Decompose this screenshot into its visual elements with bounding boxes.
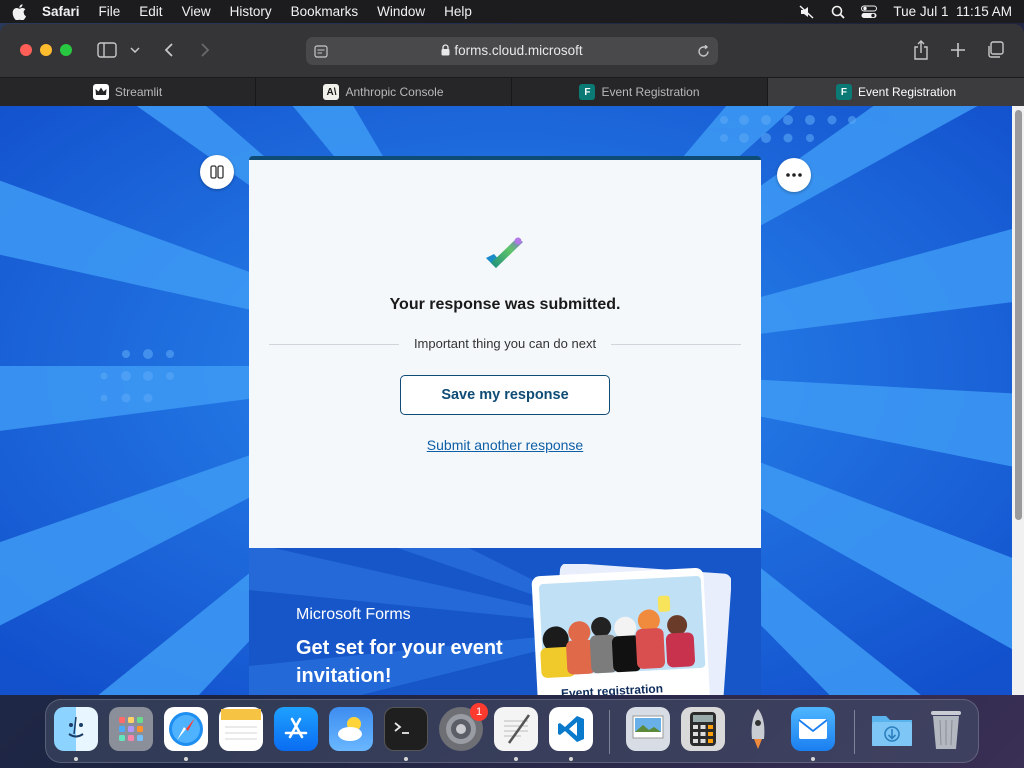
textedit-running-indicator: [514, 757, 518, 761]
streamlit-crown-icon: [92, 84, 109, 100]
menu-history[interactable]: History: [230, 4, 272, 19]
minimize-window-button[interactable]: [40, 44, 52, 56]
menu-bookmarks[interactable]: Bookmarks: [291, 4, 359, 19]
forward-icon[interactable]: [196, 40, 214, 60]
menu-edit[interactable]: Edit: [139, 4, 162, 19]
tab-label: Event Registration: [601, 85, 700, 99]
new-tab-icon[interactable]: [948, 40, 968, 60]
anthropic-logo-icon: A\: [323, 84, 340, 100]
finder-icon[interactable]: [54, 707, 98, 751]
tab-event-registration[interactable]: F Event Registration: [512, 78, 768, 106]
vscode-running-indicator: [569, 757, 573, 761]
app-store-icon[interactable]: [274, 707, 318, 751]
promo-headline: Get set for your event invitation!: [296, 637, 503, 687]
vscode-icon[interactable]: [549, 707, 593, 751]
finder-running-indicator: [74, 757, 78, 761]
close-window-button[interactable]: [20, 44, 32, 56]
promo-banner: Microsoft Forms Get set for your event i…: [249, 548, 761, 695]
spotlight-search-icon[interactable]: [831, 5, 846, 19]
url-text: forms.cloud.microsoft: [454, 43, 583, 58]
reader-icon: [210, 165, 224, 179]
more-options-button[interactable]: [777, 158, 811, 192]
web-content: Your response was submitted. Important t…: [0, 106, 1012, 695]
menubar-clock[interactable]: Tue Jul 1 11:15 AM: [893, 4, 1012, 19]
mail-icon[interactable]: [791, 707, 835, 751]
weather-icon[interactable]: [329, 707, 373, 751]
safari-icon[interactable]: [164, 707, 208, 751]
safari-toolbar: forms.cloud.microsoft: [0, 24, 1024, 77]
address-bar[interactable]: forms.cloud.microsoft: [306, 37, 718, 65]
menubar: Safari File Edit View History Bookmarks …: [0, 0, 1024, 23]
apple-menu-icon[interactable]: [12, 3, 28, 20]
menu-file[interactable]: File: [99, 4, 121, 19]
zoom-window-button[interactable]: [60, 44, 72, 56]
confirmation-title: Your response was submitted.: [389, 296, 621, 313]
tab-overview-icon[interactable]: [985, 40, 1005, 60]
tab-streamlit[interactable]: Streamlit: [0, 78, 256, 106]
dock: 1: [45, 699, 979, 763]
downloads-folder-icon[interactable]: [870, 707, 914, 751]
dock-separator: [609, 710, 610, 754]
dock-separator: [854, 710, 855, 754]
system-settings-badge: 1: [470, 703, 488, 721]
forms-logo-icon: F: [579, 84, 596, 100]
calculator-icon[interactable]: [681, 707, 725, 751]
immersive-reader-button[interactable]: [200, 155, 234, 189]
reload-icon[interactable]: [696, 44, 710, 58]
control-center-icon[interactable]: [861, 5, 878, 19]
tab-event-registration-active[interactable]: F Event Registration: [768, 78, 1024, 106]
trash-icon[interactable]: [924, 707, 968, 751]
sidebar-toggle-icon[interactable]: [96, 40, 118, 60]
lock-icon: [441, 44, 450, 59]
url-text-row: forms.cloud.microsoft: [306, 43, 718, 59]
tab-bar: Streamlit A\ Anthropic Console F Event R…: [0, 77, 1024, 106]
menu-help[interactable]: Help: [444, 4, 472, 19]
menu-app-name[interactable]: Safari: [42, 4, 80, 19]
next-step-divider: Important thing you can do next: [269, 336, 741, 352]
save-response-button[interactable]: Save my response: [400, 375, 610, 415]
safari-running-indicator: [184, 757, 188, 761]
promo-brand: Microsoft Forms: [296, 606, 411, 623]
event-invitation-illustration: Event registration: [531, 562, 732, 695]
back-icon[interactable]: [160, 40, 178, 60]
tab-anthropic-console[interactable]: A\ Anthropic Console: [256, 78, 512, 106]
scrollbar-thumb[interactable]: [1015, 110, 1022, 520]
forms-logo-icon: F: [835, 84, 852, 100]
tab-label: Anthropic Console: [345, 85, 444, 99]
mute-icon[interactable]: [799, 4, 815, 19]
divider-line: [611, 344, 741, 345]
share-icon[interactable]: [911, 39, 931, 61]
mail-running-indicator: [811, 757, 815, 761]
tab-label: Event Registration: [857, 85, 957, 99]
chevron-down-icon[interactable]: [128, 42, 142, 58]
tab-label: Streamlit: [114, 85, 163, 99]
terminal-icon[interactable]: [384, 707, 428, 751]
rocket-typist-icon[interactable]: [736, 707, 780, 751]
preview-icon[interactable]: [626, 707, 670, 751]
textedit-icon[interactable]: [494, 707, 538, 751]
menu-window[interactable]: Window: [377, 4, 425, 19]
menu-view[interactable]: View: [182, 4, 211, 19]
form-card: Your response was submitted. Important t…: [249, 156, 761, 695]
notes-icon[interactable]: [219, 707, 263, 751]
ellipsis-icon: [786, 173, 802, 177]
checkmark-icon: [486, 237, 523, 268]
terminal-running-indicator: [404, 757, 408, 761]
launchpad-icon[interactable]: [109, 707, 153, 751]
safari-window: forms.cloud.microsoft Streamlit A\ Anthr…: [0, 24, 1024, 695]
submit-another-response-link[interactable]: Submit another response: [249, 437, 761, 453]
